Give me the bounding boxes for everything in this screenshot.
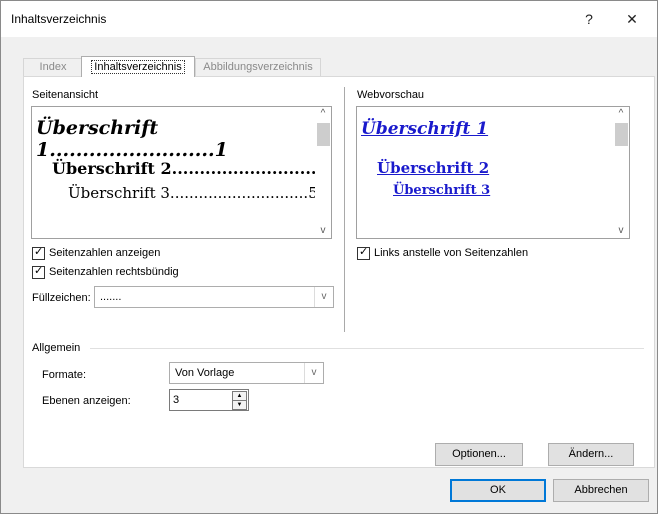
chevron-down-icon[interactable]: v — [304, 363, 323, 383]
show-page-numbers-label[interactable]: Seitenzahlen anzeigen — [49, 247, 160, 259]
check-icon: ✓ — [359, 246, 369, 258]
levels-label: Ebenen anzeigen: — [42, 395, 131, 407]
fill-char-label: Füllzeichen: — [32, 292, 91, 304]
web-preview-h1[interactable]: Überschrift 1 — [361, 119, 488, 139]
tab-index[interactable]: Index — [23, 58, 83, 76]
links-label[interactable]: Links anstelle von Seitenzahlen — [374, 247, 528, 259]
links-checkbox[interactable]: ✓ — [357, 246, 370, 260]
general-group-label: Allgemein — [32, 342, 81, 354]
title-bar: Inhaltsverzeichnis ? ✕ — [1, 1, 657, 37]
formats-combo[interactable]: Von Vorlage v — [169, 362, 324, 384]
web-preview-label: Webvorschau — [357, 89, 425, 101]
print-preview-scrollbar[interactable]: ^ v — [315, 107, 331, 238]
web-preview-h3[interactable]: Überschrift 3 — [393, 183, 490, 198]
print-preview-h3: Überschrift 3...........................… — [68, 184, 318, 202]
scroll-thumb[interactable] — [615, 123, 628, 146]
ok-button[interactable]: OK — [450, 479, 546, 502]
web-preview-h2[interactable]: Überschrift 2 — [377, 159, 489, 177]
levels-spinner[interactable]: 3 ▲ ▼ — [169, 389, 249, 411]
modify-button[interactable]: Ändern... — [548, 443, 634, 466]
chevron-down-icon[interactable]: v — [314, 287, 333, 307]
web-preview-scrollbar[interactable]: ^ v — [613, 107, 629, 238]
print-preview-box: Überschrift 1.........................1 … — [31, 106, 332, 239]
tab-index-label: Index — [39, 61, 67, 73]
cancel-button[interactable]: Abbrechen — [553, 479, 649, 502]
fill-char-combo[interactable]: ....... v — [94, 286, 334, 308]
show-page-numbers-checkbox[interactable]: ✓ — [32, 246, 45, 260]
print-preview-h1: Überschrift 1.........................1 — [36, 117, 228, 161]
print-preview-h2: Überschrift 2..........................3 — [52, 159, 328, 178]
dialog-title: Inhaltsverzeichnis — [11, 12, 107, 26]
general-group-line — [90, 348, 644, 349]
help-button[interactable]: ? — [572, 7, 606, 31]
check-icon: ✓ — [34, 265, 44, 277]
tab-toc-label: Inhaltsverzeichnis — [91, 60, 185, 74]
print-preview-label: Seitenansicht — [32, 89, 99, 101]
tab-figures[interactable]: Abbildungsverzeichnis — [195, 58, 321, 76]
options-button[interactable]: Optionen... — [435, 443, 523, 466]
scroll-down-icon[interactable]: v — [613, 224, 629, 238]
check-icon: ✓ — [34, 246, 44, 258]
right-align-checkbox[interactable]: ✓ — [32, 265, 45, 279]
scroll-up-icon[interactable]: ^ — [315, 107, 331, 121]
close-button[interactable]: ✕ — [615, 7, 649, 31]
scroll-thumb[interactable] — [317, 123, 330, 146]
toc-panel: Seitenansicht Überschrift 1.............… — [23, 76, 655, 468]
tab-toc[interactable]: Inhaltsverzeichnis — [81, 56, 195, 77]
toc-dialog: Inhaltsverzeichnis ? ✕ Index Inhaltsverz… — [0, 0, 658, 514]
formats-label: Formate: — [42, 369, 87, 381]
spin-down-icon[interactable]: ▼ — [232, 400, 247, 410]
right-align-label[interactable]: Seitenzahlen rechtsbündig — [49, 266, 179, 278]
web-preview-box: Überschrift 1 Überschrift 2 Überschrift … — [356, 106, 630, 239]
tab-figures-label: Abbildungsverzeichnis — [203, 61, 313, 73]
formats-value: Von Vorlage — [175, 367, 235, 379]
scroll-up-icon[interactable]: ^ — [613, 107, 629, 121]
scroll-down-icon[interactable]: v — [315, 224, 331, 238]
levels-value: 3 — [173, 394, 180, 406]
fill-char-value: ....... — [100, 291, 122, 303]
column-divider — [344, 87, 345, 332]
